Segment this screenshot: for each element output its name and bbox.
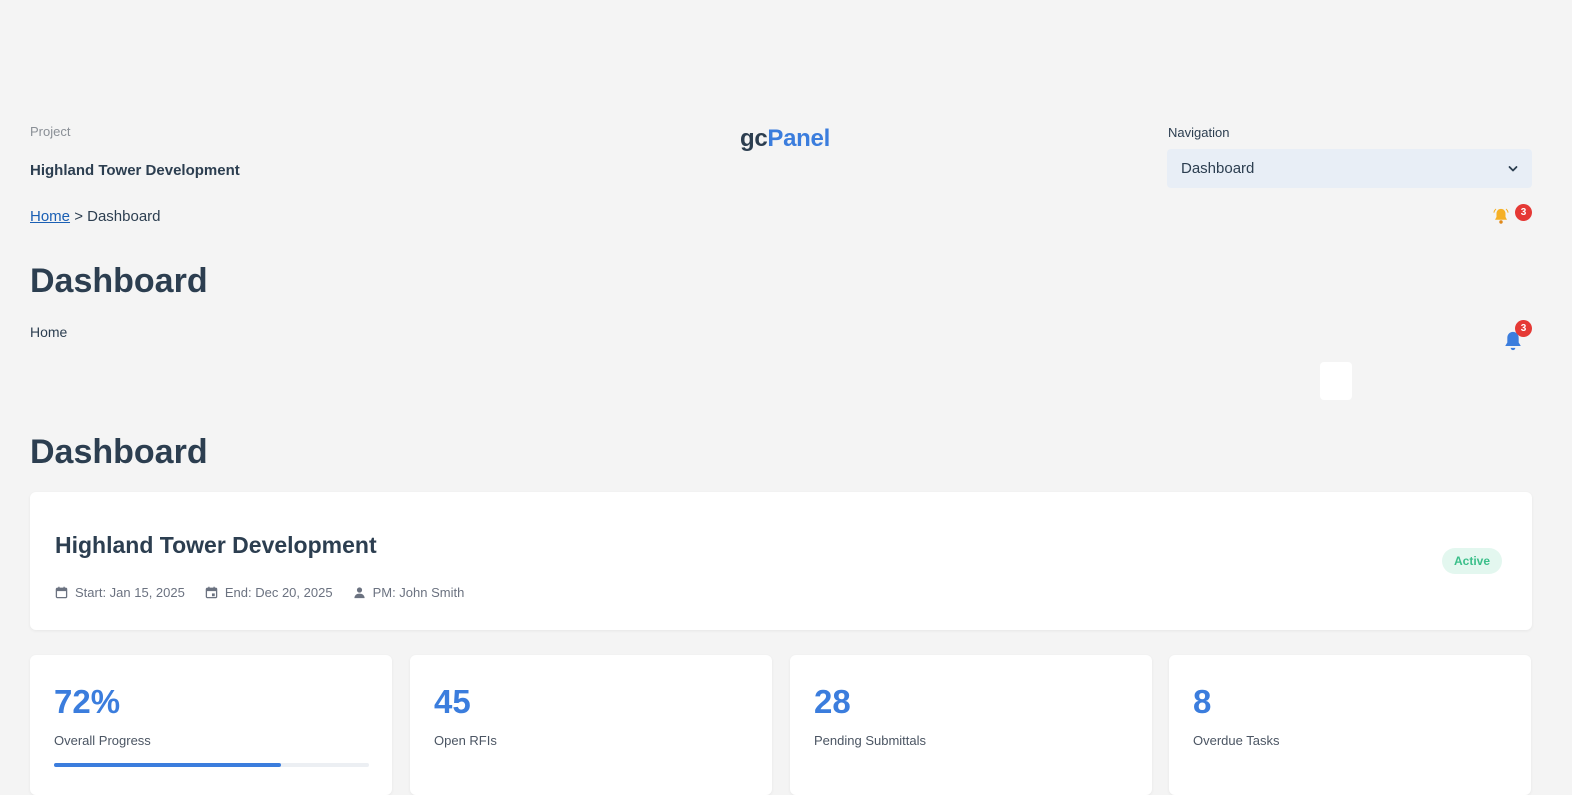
section-title: Dashboard bbox=[30, 433, 208, 471]
stat-label: Overall Progress bbox=[54, 733, 151, 748]
stat-value: 28 bbox=[814, 683, 851, 720]
calendar-icon bbox=[55, 586, 68, 599]
progress-bar-fill bbox=[54, 763, 281, 767]
stat-label: Pending Submittals bbox=[814, 733, 927, 748]
end-date: End: Dec 20, 2025 bbox=[205, 585, 333, 600]
stat-value: 45 bbox=[434, 683, 471, 720]
page-title: Dashboard bbox=[30, 262, 208, 300]
brand-logo[interactable]: gcPanel bbox=[740, 125, 830, 153]
stat-card-overdue-tasks[interactable]: 8 Overdue Tasks bbox=[1169, 655, 1531, 795]
stat-value: 72% bbox=[54, 683, 121, 720]
stat-label: Open RFIs bbox=[434, 733, 497, 748]
calendar-icon bbox=[205, 586, 218, 599]
stat-label: Overdue Tasks bbox=[1193, 733, 1280, 748]
blank-button[interactable] bbox=[1320, 362, 1352, 400]
project-label: Project bbox=[30, 124, 71, 139]
breadcrumb-current: Dashboard bbox=[87, 208, 161, 225]
start-date: Start: Jan 15, 2025 bbox=[55, 585, 185, 600]
breadcrumb-home-link[interactable]: Home bbox=[30, 208, 70, 225]
navigation-label: Navigation bbox=[1168, 125, 1230, 140]
brand-part-panel: Panel bbox=[767, 125, 830, 152]
breadcrumb: Home > Dashboard bbox=[30, 208, 161, 225]
breadcrumb-separator: > bbox=[74, 208, 83, 225]
person-icon bbox=[353, 587, 365, 599]
stat-card-pending-submittals[interactable]: 28 Pending Submittals bbox=[790, 655, 1152, 795]
start-date-text: Start: Jan 15, 2025 bbox=[75, 585, 185, 600]
status-badge: Active bbox=[1442, 548, 1503, 574]
notification-badge: 3 bbox=[1515, 320, 1532, 337]
bell-icon[interactable] bbox=[1492, 207, 1510, 225]
project-manager: PM: John Smith bbox=[353, 585, 465, 600]
notification-badge: 3 bbox=[1515, 204, 1532, 221]
end-date-text: End: Dec 20, 2025 bbox=[224, 585, 333, 600]
stat-card-open-rfis[interactable]: 45 Open RFIs bbox=[410, 655, 772, 795]
project-card: Highland Tower Development Start: Jan 15… bbox=[30, 492, 1532, 630]
stat-card-overall-progress[interactable]: 72% Overall Progress bbox=[30, 655, 392, 795]
navigation-selected-value: Dashboard bbox=[1181, 160, 1255, 177]
project-name: Highland Tower Development bbox=[30, 162, 240, 179]
project-manager-text: PM: John Smith bbox=[372, 585, 465, 600]
stat-value: 8 bbox=[1193, 683, 1212, 720]
navigation-select[interactable]: Dashboard bbox=[1167, 149, 1532, 188]
project-meta: Start: Jan 15, 2025 End: Dec 20, 2025 PM… bbox=[55, 585, 464, 600]
project-card-title: Highland Tower Development bbox=[55, 532, 377, 558]
brand-part-gc: gc bbox=[740, 125, 768, 152]
page-subtitle: Home bbox=[30, 324, 68, 340]
progress-bar bbox=[54, 763, 369, 767]
chevron-down-icon bbox=[1508, 165, 1518, 171]
